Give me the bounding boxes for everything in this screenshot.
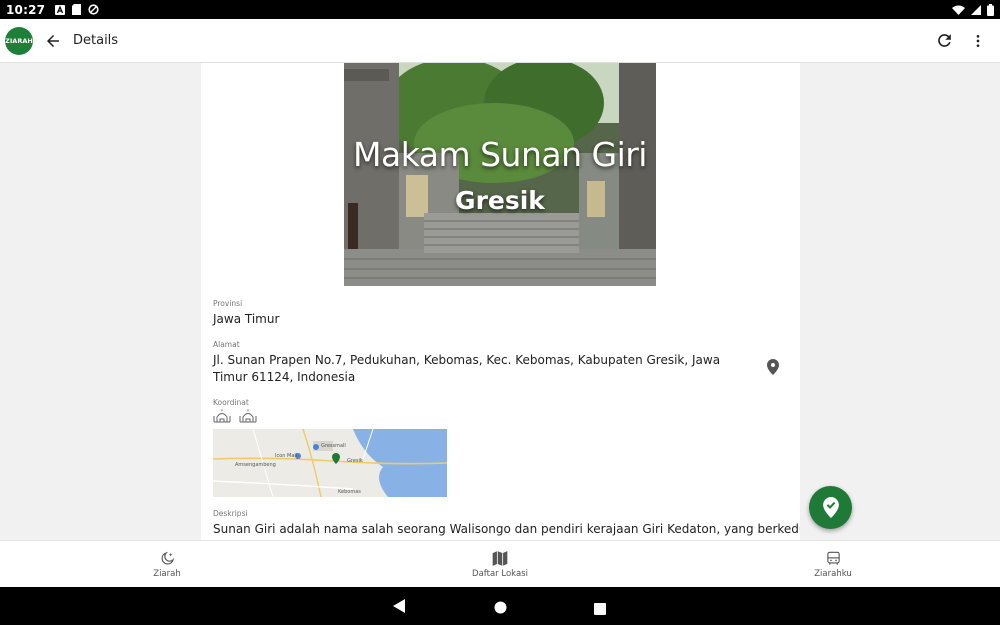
app-logo: ZIARAH	[5, 26, 33, 55]
check-pin-icon	[822, 497, 839, 518]
deskripsi-value: Sunan Giri adalah nama salah seorang Wal…	[213, 522, 800, 536]
moon-star-icon	[161, 551, 174, 564]
map-label-amsengambeng: Amsengambeng	[235, 462, 276, 468]
status-time: 10:27	[6, 2, 46, 17]
data-saver-icon	[88, 4, 99, 15]
map-label-gressmall: Gressmall	[321, 443, 346, 449]
system-recents-button[interactable]	[594, 600, 606, 619]
more-vert-icon	[976, 34, 980, 47]
map-label-gresik: Gresik	[347, 458, 363, 464]
square-recents-icon	[594, 603, 606, 615]
app-bar: ZIARAH Details	[0, 19, 1000, 63]
hero-image: Makam Sunan Giri Gresik	[344, 63, 656, 286]
bus-icon	[826, 551, 840, 565]
wifi-icon	[952, 5, 965, 15]
map-label-kebomas: Kebomas	[338, 489, 361, 495]
location-map[interactable]: Gressmall Icon Mall Gresik Amsengambeng …	[213, 429, 447, 497]
detail-content[interactable]: Makam Sunan Giri Gresik Provinsi Jawa Ti…	[201, 63, 800, 540]
notification-a-icon	[55, 4, 66, 15]
alamat-value: Jl. Sunan Prapen No.7, Pedukuhan, Keboma…	[213, 353, 721, 384]
refresh-button[interactable]	[932, 29, 956, 53]
map-label-icon-mall: Icon Mall	[275, 453, 298, 459]
nav-item-ziarahku[interactable]: Ziarahku	[773, 541, 893, 588]
status-notification-icons	[55, 4, 99, 15]
sd-card-icon	[72, 4, 82, 15]
hero-photo	[344, 63, 656, 286]
provinsi-label: Provinsi	[213, 299, 243, 308]
refresh-icon	[937, 34, 951, 47]
mosque-icon	[239, 409, 257, 423]
address-pin-button[interactable]	[767, 359, 779, 375]
nav-label-ziarah: Ziarah	[153, 568, 181, 579]
arrow-left-icon	[47, 34, 59, 47]
hero-title: Makam Sunan Giri	[353, 135, 647, 174]
nav-label-daftar-lokasi: Daftar Lokasi	[472, 568, 528, 579]
battery-icon	[987, 3, 994, 16]
nav-item-daftar-lokasi[interactable]: Daftar Lokasi	[440, 541, 560, 588]
hero-subtitle: Gresik	[455, 186, 545, 215]
back-button[interactable]	[41, 29, 65, 53]
app-bar-actions	[932, 29, 990, 53]
bottom-navigation: Ziarah Daftar Lokasi Ziarahku	[0, 540, 1000, 587]
circle-home-icon	[494, 601, 507, 614]
page-title: Details	[73, 33, 119, 48]
mosque-icon	[213, 409, 231, 423]
nav-item-ziarah[interactable]: Ziarah	[107, 541, 227, 588]
deskripsi-label: Deskripsi	[213, 509, 248, 518]
koordinat-label: Koordinat	[213, 398, 249, 407]
status-system-icons	[952, 3, 994, 16]
provinsi-value: Jawa Timur	[213, 312, 280, 326]
signal-icon	[971, 4, 981, 15]
alamat-label: Alamat	[213, 340, 240, 349]
triangle-back-icon	[393, 599, 405, 613]
status-bar: 10:27	[0, 0, 1000, 19]
location-pin-icon	[767, 359, 779, 375]
map-icon	[492, 550, 508, 566]
check-in-fab[interactable]	[809, 486, 852, 529]
nav-label-ziarahku: Ziarahku	[814, 568, 852, 579]
system-navigation-bar	[0, 587, 1000, 625]
system-home-button[interactable]	[494, 599, 507, 618]
more-options-button[interactable]	[966, 29, 990, 53]
coordinate-icons	[213, 409, 257, 423]
system-back-button[interactable]	[393, 598, 405, 617]
